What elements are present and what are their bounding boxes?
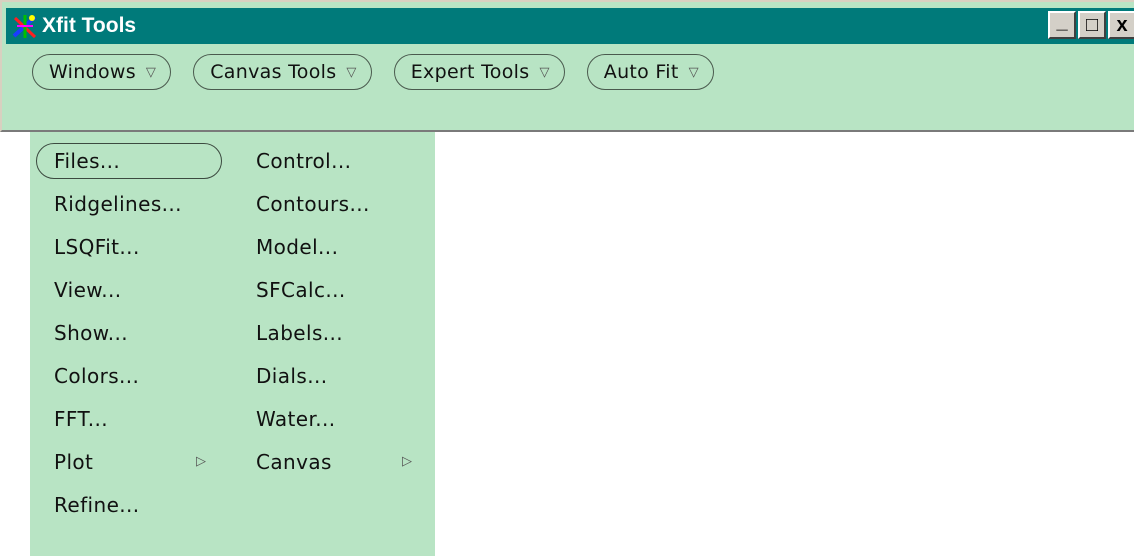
- menu-item-canvas[interactable]: Canvas: [256, 444, 332, 480]
- menu-item-model[interactable]: Model...: [256, 229, 338, 265]
- maximize-button[interactable]: □: [1078, 11, 1106, 39]
- minimize-button[interactable]: _: [1048, 11, 1076, 39]
- menu-item-control[interactable]: Control...: [256, 143, 351, 179]
- window-title: Xfit Tools: [42, 14, 137, 37]
- minimize-icon: _: [1056, 11, 1068, 33]
- menu-item-refine[interactable]: Refine...: [54, 487, 140, 523]
- menu-item-sfcalc[interactable]: SFCalc...: [256, 272, 346, 308]
- menu-item-colors[interactable]: Colors...: [54, 358, 139, 394]
- menu-item-show[interactable]: Show...: [54, 315, 128, 351]
- submenu-arrow-icon: ▷: [196, 454, 206, 469]
- dropdown-arrow-icon: ▽: [539, 64, 550, 80]
- menu-label: Expert Tools: [410, 61, 530, 83]
- menu-item-plot[interactable]: Plot: [54, 444, 93, 480]
- menu-item-fft[interactable]: FFT...: [54, 401, 108, 437]
- menu-item-dials[interactable]: Dials...: [256, 358, 327, 394]
- dropdown-arrow-icon: ▽: [688, 64, 699, 80]
- maximize-icon: □: [1085, 14, 1099, 36]
- menu-item-labels[interactable]: Labels...: [256, 315, 343, 351]
- title-bar[interactable]: Xfit Tools _ □ x: [6, 8, 1134, 44]
- menu-label: Windows: [49, 61, 136, 83]
- windows-dropdown-menu: Files... Ridgelines... LSQFit... View...…: [30, 132, 435, 556]
- menu-item-water[interactable]: Water...: [256, 401, 336, 437]
- xfit-app-icon: [10, 11, 40, 41]
- menu-item-ridgelines[interactable]: Ridgelines...: [54, 186, 182, 222]
- expert-tools-menu-button[interactable]: Expert Tools ▽: [393, 54, 565, 90]
- menu-item-lsqfit[interactable]: LSQFit...: [54, 229, 140, 265]
- menu-bar: Windows ▽ Canvas Tools ▽ Expert Tools ▽ …: [32, 54, 714, 90]
- windows-menu-button[interactable]: Windows ▽: [32, 54, 172, 90]
- canvas-tools-menu-button[interactable]: Canvas Tools ▽: [193, 54, 372, 90]
- menu-item-contours[interactable]: Contours...: [256, 186, 370, 222]
- window-controls: _ □ x: [1046, 11, 1134, 39]
- xfit-tools-window: Xfit Tools _ □ x Windows ▽ Canvas Tools …: [0, 0, 1134, 132]
- menu-label: Canvas Tools: [210, 61, 337, 83]
- dropdown-arrow-icon: ▽: [346, 64, 357, 80]
- dropdown-arrow-icon: ▽: [145, 64, 157, 80]
- close-button[interactable]: x: [1108, 11, 1134, 39]
- menu-item-files[interactable]: Files...: [36, 143, 222, 179]
- menu-item-view[interactable]: View...: [54, 272, 122, 308]
- close-icon: x: [1116, 14, 1128, 36]
- auto-fit-menu-button[interactable]: Auto Fit ▽: [586, 54, 714, 90]
- menu-label: Auto Fit: [603, 61, 679, 83]
- submenu-arrow-icon: ▷: [402, 454, 412, 469]
